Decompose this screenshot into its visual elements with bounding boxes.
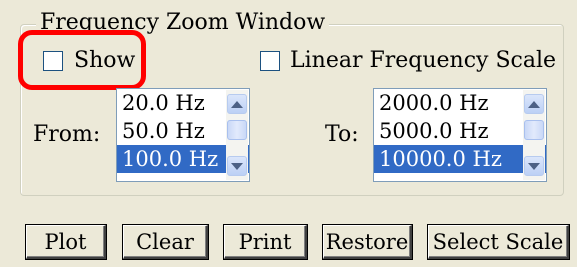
chevron-up-icon <box>231 100 243 108</box>
from-scrollbar[interactable] <box>226 90 248 180</box>
scroll-down-button[interactable] <box>524 156 544 176</box>
list-item[interactable]: 5000.0 Hz <box>374 117 546 145</box>
scroll-thumb[interactable] <box>524 120 544 140</box>
to-scrollbar[interactable] <box>523 90 545 180</box>
linear-frequency-scale-checkbox[interactable] <box>260 51 280 71</box>
scroll-thumb[interactable] <box>227 120 247 140</box>
from-label: From: <box>33 122 101 147</box>
to-label: To: <box>325 122 359 147</box>
to-listbox[interactable]: 2000.0 Hz 5000.0 Hz 10000.0 Hz <box>373 88 547 182</box>
print-button[interactable]: Print <box>223 224 308 260</box>
list-item-selected[interactable]: 10000.0 Hz <box>374 145 546 173</box>
red-highlight-annotation <box>18 30 146 90</box>
chevron-down-icon <box>231 162 243 170</box>
from-listbox[interactable]: 20.0 Hz 50.0 Hz 100.0 Hz <box>116 88 250 182</box>
chevron-down-icon <box>528 162 540 170</box>
scroll-up-button[interactable] <box>227 94 247 114</box>
chevron-up-icon <box>528 100 540 108</box>
scroll-down-button[interactable] <box>227 156 247 176</box>
scroll-up-button[interactable] <box>524 94 544 114</box>
list-item[interactable]: 2000.0 Hz <box>374 89 546 117</box>
plot-button[interactable]: Plot <box>25 224 107 260</box>
clear-button[interactable]: Clear <box>122 224 209 260</box>
linear-frequency-scale-label[interactable]: Linear Frequency Scale <box>290 48 556 74</box>
restore-button[interactable]: Restore <box>322 224 413 260</box>
select-scale-button[interactable]: Select Scale <box>427 224 570 260</box>
